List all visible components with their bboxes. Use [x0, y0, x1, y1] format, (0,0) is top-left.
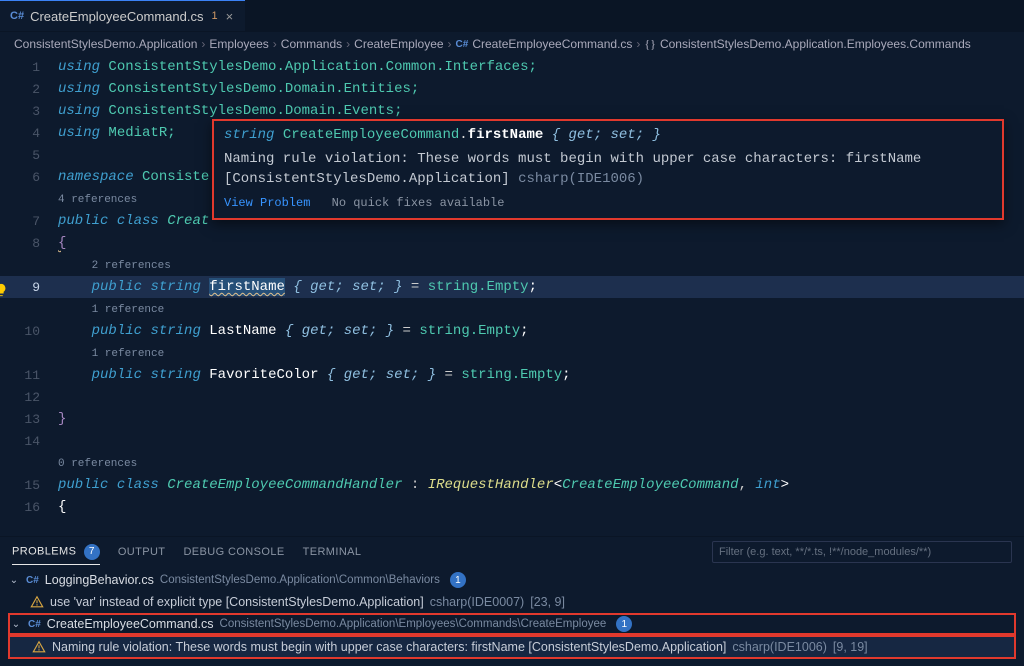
codelens-references[interactable]: 1 reference — [92, 304, 165, 316]
breadcrumb-file-icon: C# — [456, 39, 469, 50]
chevron-right-icon: › — [346, 37, 350, 51]
breadcrumb-part[interactable]: ConsistentStylesDemo.Application — [14, 37, 197, 51]
tab-title: CreateEmployeeCommand.cs — [30, 9, 203, 24]
problem-item-active[interactable]: Naming rule violation: These words must … — [8, 635, 1016, 659]
breadcrumb-part[interactable]: Employees — [209, 37, 268, 51]
breadcrumb-file[interactable]: CreateEmployeeCommand.cs — [472, 37, 632, 51]
namespace-icon: {} — [644, 37, 656, 52]
breadcrumb-part[interactable]: Commands — [281, 37, 342, 51]
chevron-right-icon: › — [636, 37, 640, 51]
warning-icon — [30, 595, 44, 609]
chevron-down-icon[interactable]: ⌄ — [10, 619, 22, 630]
warning-icon — [32, 640, 46, 654]
breadcrumb[interactable]: ConsistentStylesDemo.Application › Employ… — [0, 32, 1024, 56]
active-line[interactable]: 9 public string firstName { get; set; } … — [0, 276, 1024, 298]
tab-problems[interactable]: PROBLEMS 7 — [12, 540, 100, 565]
property-firstname[interactable]: firstName — [209, 278, 285, 296]
code-editor[interactable]: 1using ConsistentStylesDemo.Application.… — [0, 56, 1024, 536]
codelens-references[interactable]: 1 reference — [92, 348, 165, 360]
breadcrumb-symbol[interactable]: ConsistentStylesDemo.Application.Employe… — [660, 37, 971, 51]
problem-item[interactable]: use 'var' instead of explicit type [Cons… — [8, 591, 1016, 613]
chevron-right-icon: › — [448, 37, 452, 51]
csharp-file-icon: C# — [28, 619, 41, 630]
problems-file-group[interactable]: ⌄ C# LoggingBehavior.cs ConsistentStyles… — [8, 569, 1016, 591]
tab-modified-badge: 1 — [211, 10, 217, 22]
csharp-file-icon: C# — [26, 575, 39, 586]
codelens-references[interactable]: 4 references — [58, 194, 137, 206]
chevron-right-icon: › — [201, 37, 205, 51]
problems-count-badge: 7 — [84, 544, 100, 560]
tab-terminal[interactable]: TERMINAL — [303, 542, 362, 562]
view-problem-link[interactable]: View Problem — [224, 196, 310, 210]
editor-tab[interactable]: C# CreateEmployeeCommand.cs 1 × — [0, 0, 245, 31]
chevron-right-icon: › — [273, 37, 277, 51]
close-icon[interactable]: × — [224, 9, 236, 24]
no-quick-fix-text: No quick fixes available — [332, 196, 505, 210]
problems-list: ⌄ C# LoggingBehavior.cs ConsistentStyles… — [0, 567, 1024, 666]
tab-debug-console[interactable]: DEBUG CONSOLE — [183, 542, 284, 562]
tab-bar: C# CreateEmployeeCommand.cs 1 × — [0, 0, 1024, 32]
breadcrumb-part[interactable]: CreateEmployee — [354, 37, 443, 51]
bottom-panel: PROBLEMS 7 OUTPUT DEBUG CONSOLE TERMINAL… — [0, 536, 1024, 666]
tooltip-message: Naming rule violation: These words must … — [224, 149, 992, 169]
panel-tab-bar: PROBLEMS 7 OUTPUT DEBUG CONSOLE TERMINAL… — [0, 537, 1024, 567]
lightbulb-icon[interactable] — [0, 283, 8, 297]
tab-language-icon: C# — [10, 10, 24, 22]
codelens-references[interactable]: 0 references — [58, 458, 137, 470]
tab-output[interactable]: OUTPUT — [118, 542, 166, 562]
hover-tooltip: string CreateEmployeeCommand.firstName {… — [212, 119, 1004, 220]
problems-filter-input[interactable]: Filter (e.g. text, **/*.ts, !**/node_mod… — [712, 541, 1012, 563]
chevron-down-icon[interactable]: ⌄ — [8, 575, 20, 586]
codelens-references[interactable]: 2 references — [92, 260, 171, 272]
problems-file-group[interactable]: ⌄ C# CreateEmployeeCommand.cs Consistent… — [8, 613, 1016, 635]
